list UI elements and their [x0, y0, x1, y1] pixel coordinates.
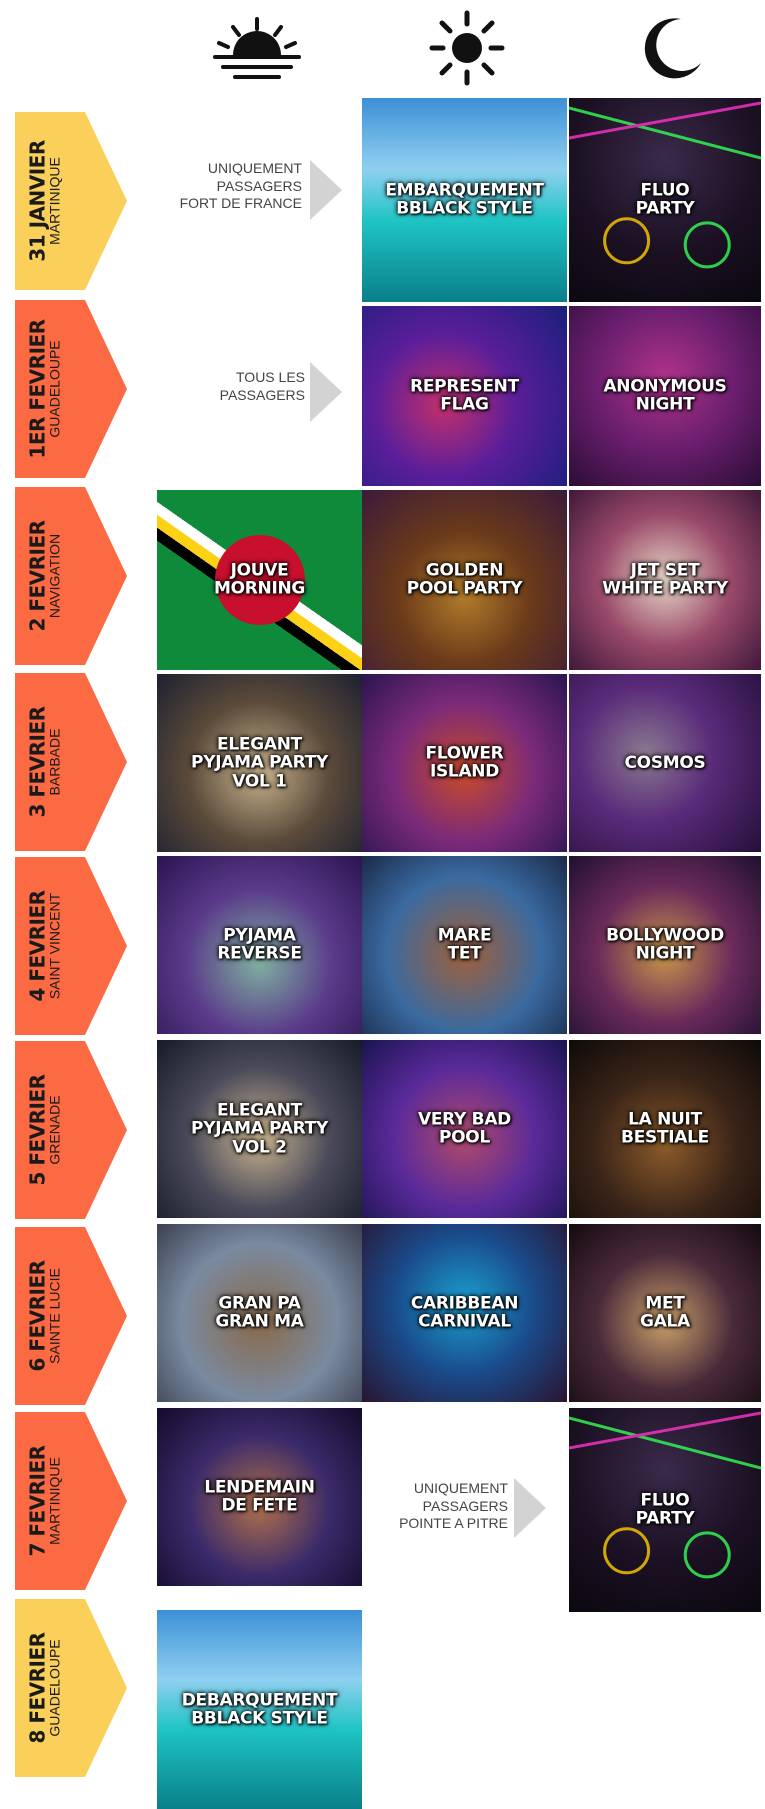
event-tile: FLUO PARTY [569, 98, 761, 302]
event-label: MET GALA [640, 1293, 690, 1332]
event-label: FLUO PARTY [635, 180, 695, 219]
day-tag: 7 FEVRIER MARTINIQUE [15, 1412, 127, 1590]
day-date: 8 FEVRIER [26, 1632, 50, 1744]
event-label: PYJAMA REVERSE [217, 925, 302, 964]
pointe-a-pitre-note: UNIQUEMENT PASSAGERS POINTE A PITRE [399, 1480, 508, 1531]
day-date: 4 FEVRIER [26, 890, 50, 1002]
sunrise-icon [202, 10, 312, 86]
day-port: SAINTE LUCIE [47, 1268, 63, 1364]
day-tag: 5 FEVRIER GRENADE [15, 1041, 127, 1219]
event-tile: MARE TET [362, 856, 567, 1034]
day-tag: 1ER FEVRIER GUADELOUPE [15, 300, 127, 478]
boarding-note: UNIQUEMENT PASSAGERS FORT DE FRANCE [179, 160, 302, 211]
all-passengers-note: TOUS LES PASSAGERS [219, 369, 305, 403]
event-label: REPRESENT FLAG [410, 376, 519, 415]
event-label: MARE TET [437, 925, 492, 964]
day-tag: 2 FEVRIER NAVIGATION [15, 487, 127, 665]
day-date: 31 JANVIER [26, 140, 50, 262]
chevron-right-icon [514, 1478, 546, 1538]
event-label: EMBARQUEMENT BBLACK STYLE [385, 180, 544, 219]
day-date: 6 FEVRIER [26, 1260, 50, 1372]
event-tile: DEBARQUEMENT BBLACK STYLE [157, 1610, 362, 1809]
event-tile: ELEGANT PYJAMA PARTY VOL 1 [157, 674, 362, 852]
day-date: 2 FEVRIER [26, 520, 50, 632]
day-tag: 4 FEVRIER SAINT VINCENT [15, 857, 127, 1035]
event-label: BOLLYWOOD NIGHT [606, 925, 724, 964]
day-date: 7 FEVRIER [26, 1445, 50, 1557]
event-tile: LENDEMAIN DE FETE [157, 1408, 362, 1586]
event-tile: REPRESENT FLAG [362, 306, 567, 486]
event-tile: GOLDEN POOL PARTY [362, 490, 567, 670]
event-tile: FLOWER ISLAND [362, 674, 567, 852]
event-tile: EMBARQUEMENT BBLACK STYLE [362, 98, 567, 302]
event-label: COSMOS [624, 752, 706, 773]
event-tile: ELEGANT PYJAMA PARTY VOL 2 [157, 1040, 362, 1218]
event-tile: BOLLYWOOD NIGHT [569, 856, 761, 1034]
event-label: ELEGANT PYJAMA PARTY VOL 1 [191, 734, 328, 792]
event-tile: GRAN PA GRAN MA [157, 1224, 362, 1402]
day-port: BARBADE [47, 728, 63, 796]
event-label: LENDEMAIN DE FETE [204, 1477, 315, 1516]
day-port: GUADELOUPE [47, 1639, 63, 1737]
day-tag: 31 JANVIER MARTINIQUE [15, 112, 127, 290]
event-label: GOLDEN POOL PARTY [406, 560, 523, 599]
day-port: GUADELOUPE [47, 340, 63, 438]
day-date: 5 FEVRIER [26, 1074, 50, 1186]
day-tag: 8 FEVRIER GUADELOUPE [15, 1599, 127, 1777]
event-label: ANONYMOUS NIGHT [603, 376, 727, 415]
event-tile: CARIBBEAN CARNIVAL [362, 1224, 567, 1402]
event-tile: VERY BAD POOL [362, 1040, 567, 1218]
day-port: NAVIGATION [47, 533, 63, 619]
event-label: ELEGANT PYJAMA PARTY VOL 2 [191, 1100, 328, 1158]
day-date: 3 FEVRIER [26, 706, 50, 818]
event-tile: ANONYMOUS NIGHT [569, 306, 761, 486]
event-label: GRAN PA GRAN MA [215, 1293, 304, 1332]
event-tile: COSMOS [569, 674, 761, 852]
event-tile: JOUVE MORNING [157, 490, 362, 670]
day-tag: 6 FEVRIER SAINTE LUCIE [15, 1227, 127, 1405]
event-tile: MET GALA [569, 1224, 761, 1402]
event-label: CARIBBEAN CARNIVAL [410, 1293, 519, 1332]
event-tile: LA NUIT BESTIALE [569, 1040, 761, 1218]
moon-icon [615, 10, 725, 86]
event-tile: PYJAMA REVERSE [157, 856, 362, 1034]
event-tile: JET SET WHITE PARTY [569, 490, 761, 670]
day-port: SAINT VINCENT [47, 892, 63, 1000]
event-label: FLUO PARTY [635, 1490, 695, 1529]
event-label: VERY BAD POOL [418, 1109, 511, 1148]
sun-icon [412, 10, 522, 86]
event-tile: FLUO PARTY [569, 1408, 761, 1612]
day-port: MARTINIQUE [47, 1457, 63, 1545]
day-date: 1ER FEVRIER [26, 319, 50, 459]
day-port: MARTINIQUE [47, 157, 63, 245]
event-label: DEBARQUEMENT BBLACK STYLE [181, 1690, 338, 1729]
day-tag: 3 FEVRIER BARBADE [15, 673, 127, 851]
event-label: FLOWER ISLAND [425, 743, 504, 782]
event-label: JOUVE MORNING [213, 560, 306, 599]
chevron-right-icon [310, 362, 342, 422]
day-port: GRENADE [47, 1095, 63, 1165]
event-label: LA NUIT BESTIALE [621, 1109, 709, 1148]
event-label: JET SET WHITE PARTY [602, 560, 728, 599]
chevron-right-icon [310, 160, 342, 220]
